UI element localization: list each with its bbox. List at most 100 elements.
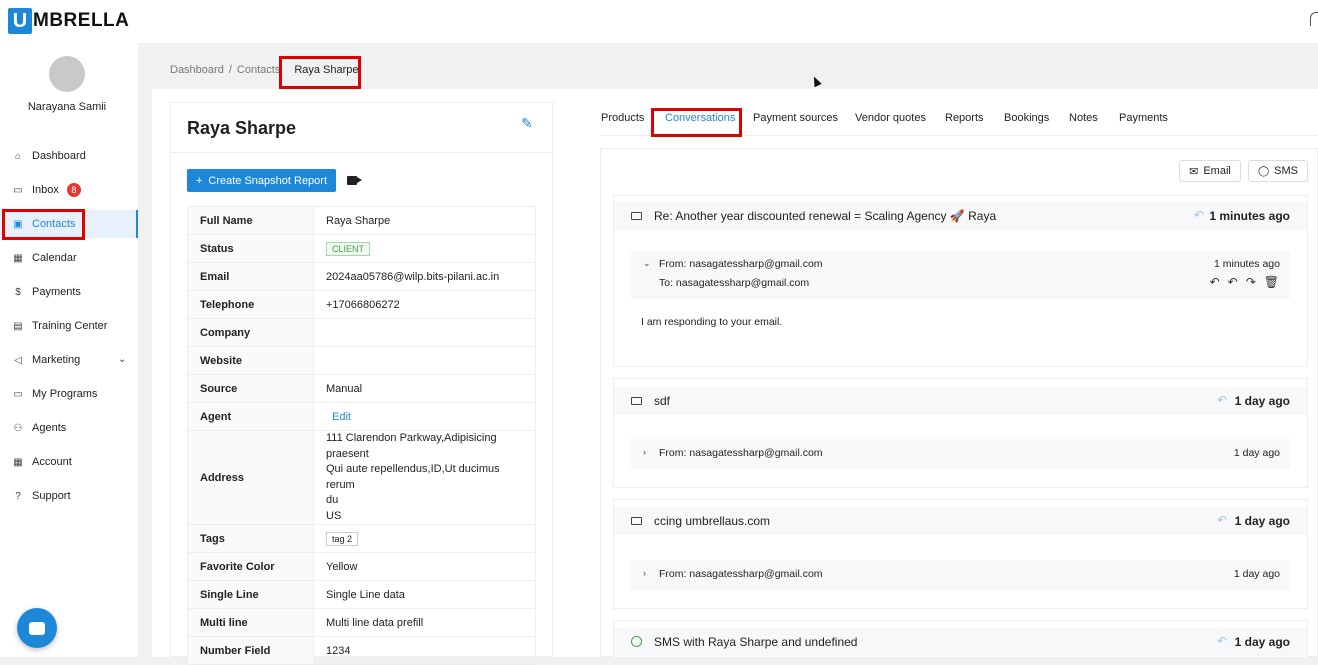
thread-time: 1 day ago — [1234, 635, 1290, 649]
field-label: Single Line — [187, 580, 314, 609]
field-value: Raya Sharpe — [313, 206, 536, 235]
message-time: 1 minutes ago — [1214, 258, 1280, 270]
reply-icon[interactable]: ↶ — [1194, 208, 1204, 222]
create-snapshot-report-button[interactable]: + Create Snapshot Report — [187, 169, 336, 192]
divider — [170, 152, 553, 153]
question-icon: ? — [15, 490, 21, 502]
sidebar: Narayana Samii ⌂ Dashboard ▭ Inbox 8 ▣ C… — [0, 43, 138, 657]
sidebar-item-label: Calendar — [32, 252, 77, 264]
umbrella-logo[interactable]: U MBRELLA — [8, 8, 129, 34]
sidebar-item-payments[interactable]: $ Payments — [12, 283, 81, 301]
sidebar-item-agents[interactable]: ⚇ Agents — [12, 419, 67, 437]
highlight-box-conversations-tab — [651, 108, 742, 137]
sidebar-item-calendar[interactable]: ▦ Calendar — [12, 249, 77, 267]
sidebar-item-dashboard[interactable]: ⌂ Dashboard — [12, 147, 86, 165]
account-icon: ▦ — [13, 456, 23, 468]
sms-button[interactable]: ◯ SMS — [1248, 160, 1308, 182]
reply-icon[interactable]: ↶ — [1217, 513, 1227, 527]
table-row: Agent Edit — [187, 402, 536, 431]
field-value: 1234 — [313, 636, 536, 665]
chat-widget-button[interactable] — [17, 608, 57, 648]
breadcrumb-separator: / — [228, 64, 232, 76]
address-line: du — [326, 494, 339, 506]
field-value: Multi line data prefill — [313, 608, 536, 637]
table-row: Email 2024aa05786@wilp.bits-pilani.ac.in — [187, 262, 536, 291]
reply-icon[interactable]: ↶ — [1217, 634, 1227, 648]
edit-pencil-icon[interactable]: ✎ — [521, 115, 533, 132]
highlight-box-contacts — [2, 209, 85, 240]
breadcrumb-contacts[interactable]: Contacts — [237, 64, 280, 76]
conversation-thread[interactable]: Re: Another year discounted renewal = Sc… — [613, 195, 1308, 367]
reply-icon[interactable]: ↶ — [1217, 393, 1227, 407]
field-label: Source — [187, 374, 314, 403]
sidebar-item-label: Inbox — [32, 184, 59, 196]
tab-payments[interactable]: Payments — [1119, 112, 1168, 124]
book-icon: ▤ — [13, 320, 23, 332]
sidebar-item-support[interactable]: ? Support — [12, 487, 70, 505]
user-name: Narayana Samii — [27, 101, 107, 113]
contact-details-table: Full Name Raya Sharpe Status CLIENT Email 2… — [187, 206, 536, 665]
tab-bookings[interactable]: Bookings — [1004, 112, 1049, 124]
chevron-down-icon[interactable]: ⌄ — [118, 354, 126, 365]
chevron-down-icon[interactable]: ⌄ — [643, 258, 651, 269]
sidebar-item-training-center[interactable]: ▤ Training Center — [12, 317, 107, 335]
thread-header: sdf ↶ 1 day ago — [614, 387, 1307, 415]
tab-products[interactable]: Products — [601, 112, 644, 124]
field-value — [313, 346, 536, 375]
thread-time: 1 day ago — [1234, 514, 1290, 528]
tab-reports[interactable]: Reports — [945, 112, 984, 124]
logo-mark: U — [8, 8, 32, 34]
breadcrumb-dashboard[interactable]: Dashboard — [170, 64, 224, 76]
conversation-thread[interactable]: SMS with Raya Sharpe and undefined ↶ 1 d… — [613, 620, 1308, 657]
logo-text: MBRELLA — [33, 10, 130, 31]
table-row: Source Manual — [187, 374, 536, 403]
status-badge: CLIENT — [326, 241, 371, 256]
forward-icon[interactable]: ↷ — [1246, 275, 1256, 289]
sidebar-item-my-programs[interactable]: ▭ My Programs — [12, 385, 97, 403]
field-value: 2024aa05786@wilp.bits-pilani.ac.in — [313, 262, 536, 291]
monitor-icon: ▭ — [13, 388, 23, 400]
user-menu-icon[interactable] — [1310, 12, 1318, 26]
reply-all-icon[interactable]: ↶ — [1228, 275, 1238, 289]
agent-edit-link[interactable]: Edit — [332, 411, 351, 423]
table-row: Company — [187, 318, 536, 347]
thread-header: ccing umbrellaus.com ↶ 1 day ago — [614, 507, 1307, 535]
table-row: Telephone +17066806272 — [187, 290, 536, 319]
sidebar-item-inbox[interactable]: ▭ Inbox 8 — [12, 181, 81, 199]
tab-vendor-quotes[interactable]: Vendor quotes — [855, 112, 926, 124]
message-row[interactable]: › From: nasagatessharp@gmail.com 1 day a… — [631, 439, 1290, 469]
reply-icon[interactable]: ↶ — [1210, 275, 1220, 289]
sidebar-item-account[interactable]: ▦ Account — [12, 453, 71, 471]
table-row: Tags tag 2 — [187, 524, 536, 553]
tab-notes[interactable]: Notes — [1069, 112, 1098, 124]
home-icon: ⌂ — [14, 150, 22, 162]
chevron-right-icon[interactable]: › — [643, 568, 646, 578]
thread-subject: SMS with Raya Sharpe and undefined — [654, 635, 858, 649]
field-label: Company — [187, 318, 314, 347]
sidebar-item-label: Payments — [32, 286, 81, 298]
message-row[interactable]: ⌄ From: nasagatessharp@gmail.com To: nas… — [631, 251, 1290, 299]
email-button[interactable]: ✉ Email — [1179, 160, 1241, 182]
message-to: To: nasagatessharp@gmail.com — [659, 277, 810, 289]
tab-payment-sources[interactable]: Payment sources — [753, 112, 838, 124]
conversation-thread[interactable]: ccing umbrellaus.com ↶ 1 day ago › From:… — [613, 499, 1308, 609]
avatar[interactable] — [49, 56, 85, 92]
table-row: Status CLIENT — [187, 234, 536, 263]
field-label: Multi line — [187, 608, 314, 637]
chevron-right-icon[interactable]: › — [643, 447, 646, 457]
conversation-thread[interactable]: sdf ↶ 1 day ago › From: nasagatessharp@g… — [613, 378, 1308, 488]
thread-header: SMS with Raya Sharpe and undefined ↶ 1 d… — [614, 628, 1307, 656]
message-row[interactable]: › From: nasagatessharp@gmail.com 1 day a… — [631, 560, 1290, 590]
field-value: Yellow — [313, 552, 536, 581]
field-label: Address — [187, 430, 314, 525]
address-value: 111 Clarendon Parkway,Adipisicing praese… — [313, 430, 536, 525]
calendar-icon: ▦ — [13, 252, 23, 264]
trash-icon[interactable]: 🗑 — [1264, 275, 1279, 289]
video-camera-icon[interactable] — [347, 176, 362, 185]
snapshot-button-label: Create Snapshot Report — [208, 174, 328, 187]
sidebar-item-marketing[interactable]: ◁ Marketing — [12, 351, 80, 369]
table-row: Address 111 Clarendon Parkway,Adipisicin… — [187, 430, 536, 525]
sidebar-item-label: Training Center — [32, 320, 108, 332]
field-label: Agent — [187, 402, 314, 431]
chat-icon — [29, 621, 45, 635]
